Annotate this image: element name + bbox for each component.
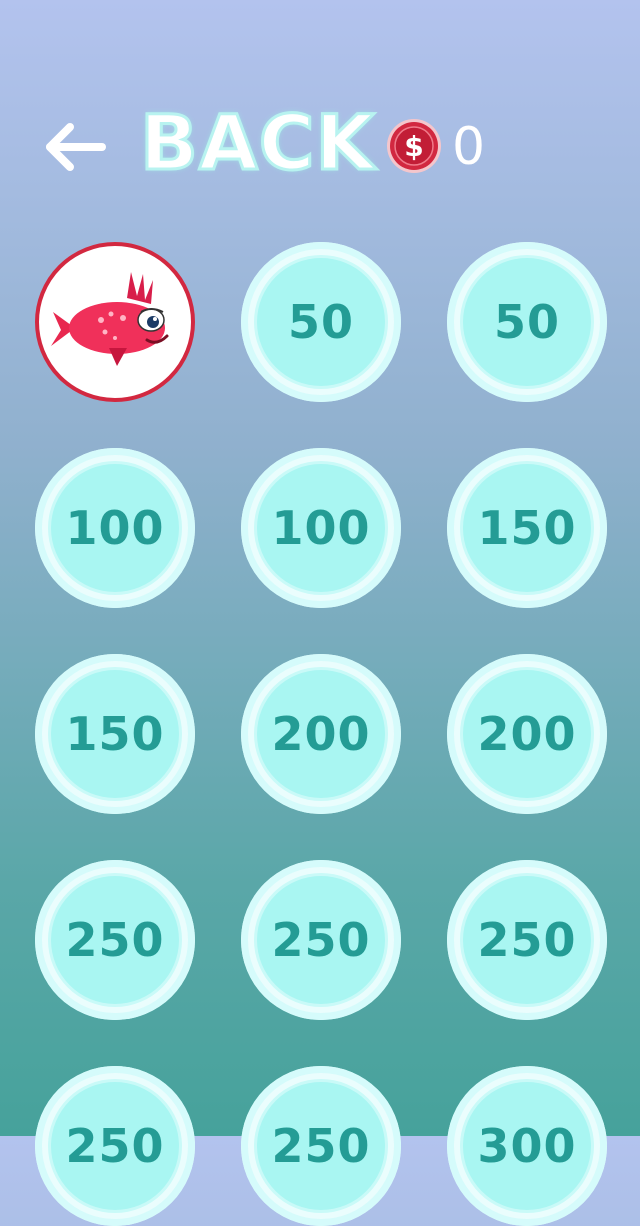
price-label: 250 xyxy=(271,1119,371,1173)
skin-price-button[interactable]: 100 xyxy=(241,448,401,608)
skin-price-button[interactable]: 250 xyxy=(241,1066,401,1226)
price-label: 50 xyxy=(493,295,560,349)
skin-price-button[interactable]: 250 xyxy=(447,860,607,1020)
pink-fish-icon xyxy=(51,272,169,366)
skin-price-button[interactable]: 50 xyxy=(241,242,401,402)
skin-price-button[interactable]: 200 xyxy=(241,654,401,814)
skin-grid: 50 50 100 100 150 150 200 200 250 250 250 250 250 300 xyxy=(0,0,640,1226)
price-label: 150 xyxy=(477,501,577,555)
skin-price-button[interactable]: 250 xyxy=(35,860,195,1020)
skin-price-button[interactable]: 100 xyxy=(35,448,195,608)
price-label: 250 xyxy=(271,913,371,967)
skin-price-button[interactable]: 150 xyxy=(447,448,607,608)
skin-price-button[interactable]: 200 xyxy=(447,654,607,814)
skin-price-button[interactable]: 50 xyxy=(447,242,607,402)
price-label: 100 xyxy=(271,501,371,555)
price-label: 200 xyxy=(477,707,577,761)
price-label: 250 xyxy=(477,913,577,967)
price-label: 300 xyxy=(477,1119,577,1173)
price-label: 100 xyxy=(65,501,165,555)
price-label: 50 xyxy=(287,295,354,349)
skin-price-button[interactable]: 250 xyxy=(241,860,401,1020)
price-label: 250 xyxy=(65,1119,165,1173)
price-label: 200 xyxy=(271,707,371,761)
skin-price-button[interactable]: 250 xyxy=(35,1066,195,1226)
price-label: 150 xyxy=(65,707,165,761)
price-label: 250 xyxy=(65,913,165,967)
skin-price-button[interactable]: 150 xyxy=(35,654,195,814)
skin-price-button[interactable]: 300 xyxy=(447,1066,607,1226)
skin-item-selected[interactable] xyxy=(35,242,195,402)
